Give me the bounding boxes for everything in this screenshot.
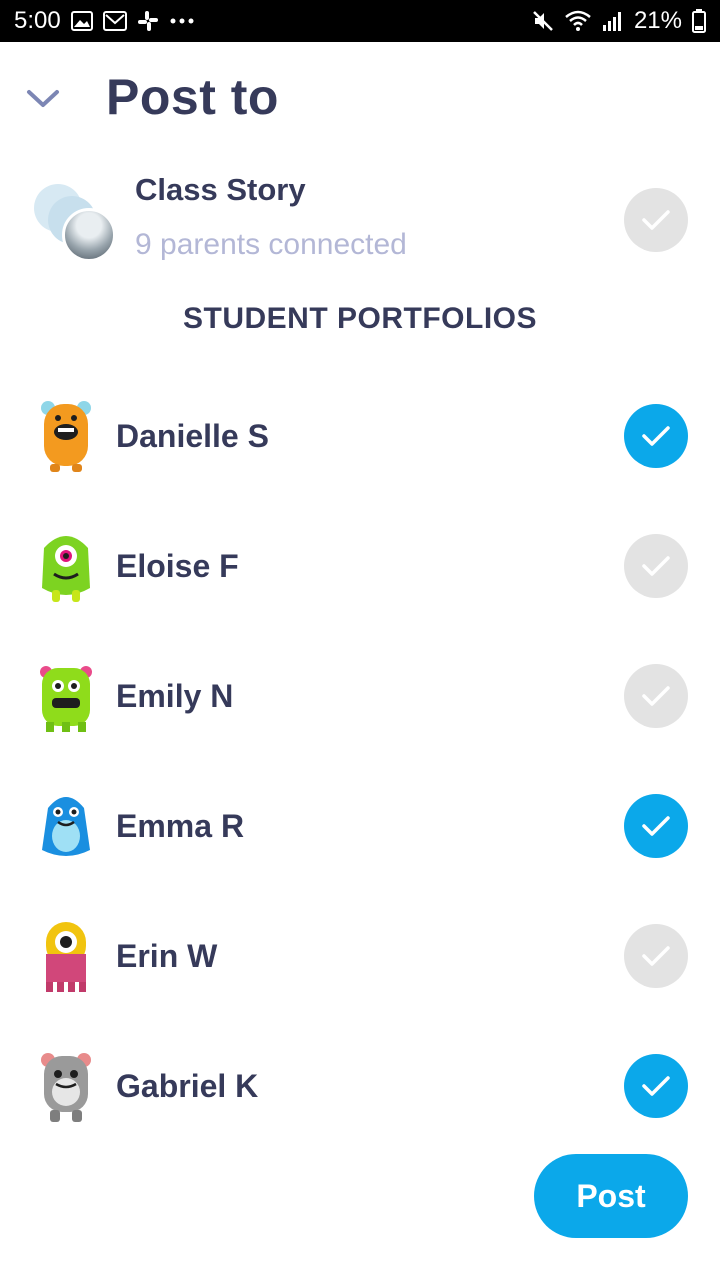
- gmail-icon: [102, 11, 127, 31]
- student-checkbox[interactable]: [624, 794, 688, 858]
- class-story-row[interactable]: Class Story 9 parents connected: [0, 160, 720, 280]
- class-story-checkbox[interactable]: [624, 188, 688, 252]
- wifi-icon: [564, 10, 592, 32]
- section-heading: STUDENT PORTFOLIOS: [183, 302, 537, 335]
- student-row[interactable]: Gabriel K: [0, 1038, 720, 1168]
- student-name: Emily N: [116, 678, 234, 714]
- check-icon: [642, 1076, 670, 1096]
- student-row[interactable]: Eloise F: [0, 518, 720, 648]
- check-icon: [642, 686, 670, 706]
- class-story-subtitle: 9 parents connected: [135, 228, 407, 261]
- more-icon: [169, 17, 195, 25]
- check-icon: [642, 816, 670, 836]
- class-story-title: Class Story: [135, 172, 306, 207]
- orange-monster-icon: [34, 398, 98, 476]
- check-icon: [642, 426, 670, 446]
- status-time: 5:00: [14, 7, 61, 34]
- student-row[interactable]: Emily N: [0, 648, 720, 778]
- student-name: Emma R: [116, 808, 245, 844]
- lime-monster-icon: [34, 658, 98, 736]
- check-icon: [642, 556, 670, 576]
- mute-icon: [532, 10, 554, 32]
- image-icon: [70, 11, 93, 31]
- student-name: Gabriel K: [116, 1068, 259, 1104]
- check-icon: [642, 210, 670, 230]
- student-row[interactable]: Erin W: [0, 908, 720, 1038]
- status-bar-right: 21%: [532, 7, 706, 35]
- signal-icon: [602, 10, 624, 32]
- student-checkbox[interactable]: [624, 404, 688, 468]
- student-name: Eloise F: [116, 548, 239, 584]
- student-name: Danielle S: [116, 418, 269, 454]
- page-title: Post to: [106, 69, 279, 125]
- post-button[interactable]: Post: [534, 1154, 688, 1238]
- student-checkbox[interactable]: [624, 664, 688, 728]
- green-monster-icon: [34, 528, 98, 606]
- yellow-monster-icon: [34, 918, 98, 996]
- chevron-down-icon[interactable]: [26, 86, 60, 110]
- student-row[interactable]: Danielle S: [0, 388, 720, 518]
- check-icon: [642, 946, 670, 966]
- student-row[interactable]: Emma R: [0, 778, 720, 908]
- slack-icon: [137, 10, 159, 32]
- header: Post to: [0, 42, 720, 154]
- battery-icon: [692, 9, 706, 33]
- battery-percent: 21%: [633, 7, 682, 34]
- student-checkbox[interactable]: [624, 534, 688, 598]
- class-photo: [62, 208, 116, 262]
- student-checkbox[interactable]: [624, 1054, 688, 1118]
- status-bar-left: 5:00: [14, 7, 195, 35]
- class-story-avatar: [34, 182, 116, 262]
- student-name: Erin W: [116, 938, 218, 974]
- student-checkbox[interactable]: [624, 924, 688, 988]
- status-bar: 5:00 21%: [0, 0, 720, 42]
- blue-monster-icon: [34, 788, 98, 866]
- gray-monster-icon: [34, 1048, 98, 1126]
